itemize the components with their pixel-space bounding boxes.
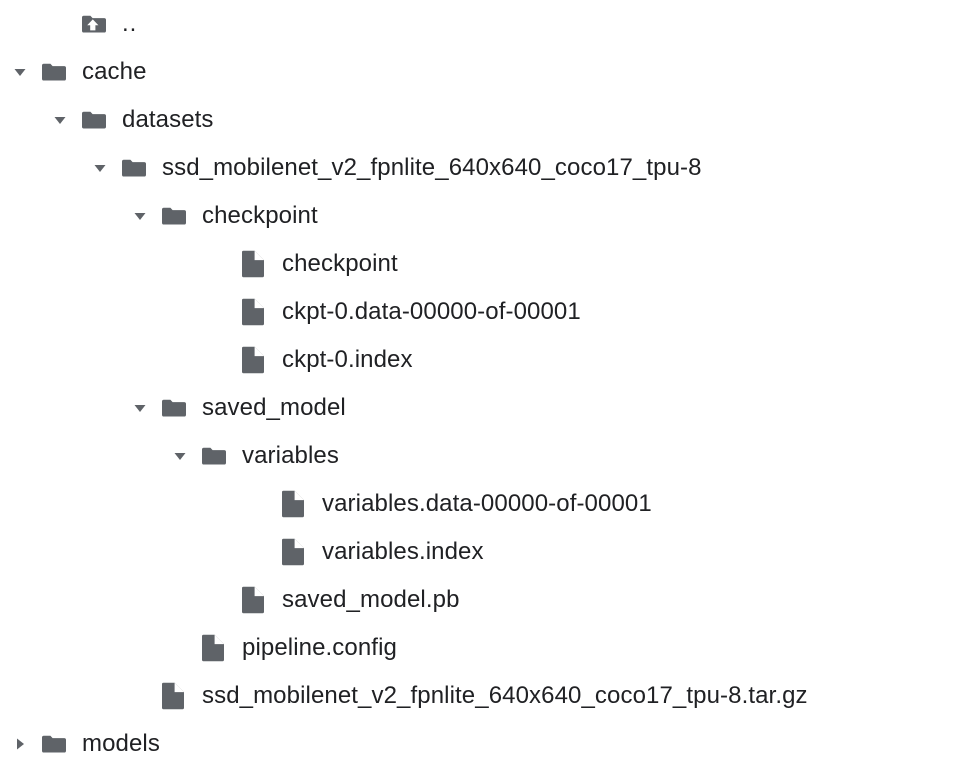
tree-row[interactable]: checkpoint <box>0 192 972 240</box>
tree-row-label: variables <box>242 442 339 469</box>
tree-row-label: checkpoint <box>202 202 318 229</box>
tree-row-label: variables.index <box>322 538 484 565</box>
tree-row-label: cache <box>82 58 147 85</box>
tree-row[interactable]: ckpt-0.data-00000-of-00001 <box>0 288 972 336</box>
tree-row-label: saved_model.pb <box>282 586 460 613</box>
file-icon <box>240 576 270 624</box>
folder-up-icon <box>80 0 110 48</box>
tree-row-label: ckpt-0.data-00000-of-00001 <box>282 298 581 325</box>
tree-row[interactable]: ssd_mobilenet_v2_fpnlite_640x640_coco17_… <box>0 672 972 720</box>
tree-row-label: variables.data-00000-of-00001 <box>322 490 652 517</box>
tree-row[interactable]: variables.index <box>0 528 972 576</box>
tree-row-label: checkpoint <box>282 250 398 277</box>
file-icon <box>240 336 270 384</box>
folder-icon <box>40 720 70 768</box>
tree-row-label: ssd_mobilenet_v2_fpnlite_640x640_coco17_… <box>202 682 808 709</box>
tree-row-label: pipeline.config <box>242 634 397 661</box>
tree-row[interactable]: variables.data-00000-of-00001 <box>0 480 972 528</box>
folder-icon <box>160 192 190 240</box>
chevron-right-icon[interactable] <box>0 720 40 768</box>
tree-row-label: datasets <box>122 106 214 133</box>
chevron-down-icon[interactable] <box>120 384 160 432</box>
chevron-down-icon[interactable] <box>160 432 200 480</box>
folder-icon <box>120 144 150 192</box>
file-icon <box>240 240 270 288</box>
tree-row[interactable]: ckpt-0.index <box>0 336 972 384</box>
tree-row-label: .. <box>122 10 138 37</box>
file-icon <box>280 480 310 528</box>
tree-row[interactable]: .. <box>0 0 972 48</box>
tree-row-label: saved_model <box>202 394 346 421</box>
tree-row[interactable]: cache <box>0 48 972 96</box>
file-icon <box>240 288 270 336</box>
file-icon <box>280 528 310 576</box>
tree-row[interactable]: saved_model.pb <box>0 576 972 624</box>
folder-icon <box>200 432 230 480</box>
tree-row[interactable]: datasets <box>0 96 972 144</box>
tree-row[interactable]: variables <box>0 432 972 480</box>
chevron-down-icon[interactable] <box>0 48 40 96</box>
tree-row-label: ssd_mobilenet_v2_fpnlite_640x640_coco17_… <box>162 154 702 181</box>
folder-icon <box>80 96 110 144</box>
tree-row[interactable]: pipeline.config <box>0 624 972 672</box>
chevron-down-icon[interactable] <box>80 144 120 192</box>
folder-icon <box>160 384 190 432</box>
folder-icon <box>40 48 70 96</box>
tree-row[interactable]: ssd_mobilenet_v2_fpnlite_640x640_coco17_… <box>0 144 972 192</box>
file-tree: .. cache datasets ssd_mobilenet_v2_fpnlite_… <box>0 0 972 778</box>
tree-row[interactable]: models <box>0 720 972 768</box>
chevron-down-icon[interactable] <box>40 96 80 144</box>
chevron-down-icon[interactable] <box>120 192 160 240</box>
tree-row-label: models <box>82 730 160 757</box>
tree-row[interactable]: saved_model <box>0 384 972 432</box>
file-icon <box>200 624 230 672</box>
tree-row[interactable]: checkpoint <box>0 240 972 288</box>
file-icon <box>160 672 190 720</box>
tree-row-label: ckpt-0.index <box>282 346 413 373</box>
